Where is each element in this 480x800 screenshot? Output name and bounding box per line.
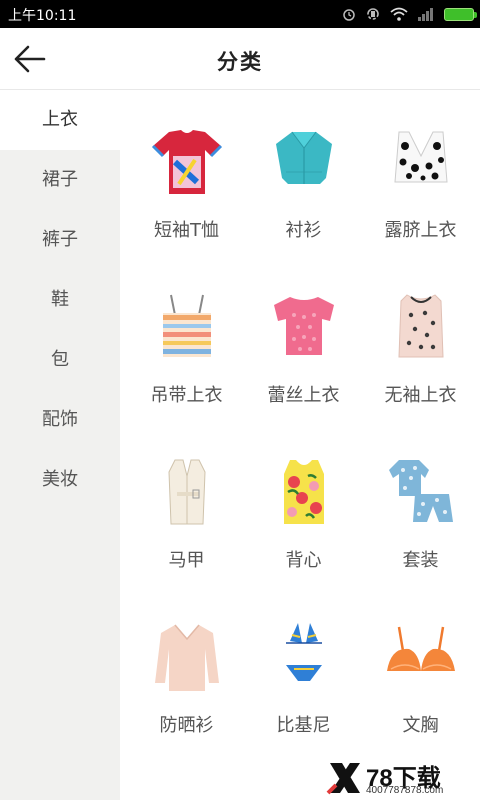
- grid-item-label: 背心: [285, 550, 322, 571]
- battery-icon: [444, 7, 477, 21]
- grid-item[interactable]: 露脐上衣: [362, 112, 479, 277]
- grid-item[interactable]: 比基尼: [245, 607, 362, 772]
- camisole-icon: [162, 294, 211, 357]
- grid-item-label: 套装: [402, 550, 439, 571]
- status-bar: 上午10:11: [0, 0, 480, 28]
- x-logo-icon: [326, 763, 360, 795]
- wifi-icon: [390, 7, 408, 21]
- grid-item[interactable]: 背心: [245, 442, 362, 607]
- tank-top-icon: [283, 460, 324, 524]
- grid-item-label: 衬衫: [285, 220, 322, 241]
- grid-item-label: 文胸: [402, 715, 439, 736]
- grid-item-label: 蕾丝上衣: [267, 385, 340, 406]
- grid-item-label: 露脐上衣: [384, 220, 457, 241]
- sun-protection-shirt-icon: [154, 624, 219, 691]
- grid-item[interactable]: 无袖上衣: [362, 277, 479, 442]
- status-icons: [342, 5, 477, 23]
- sidebar-item-makeup[interactable]: 美妆: [0, 450, 120, 510]
- grid-item-label: 比基尼: [276, 715, 331, 736]
- status-time: 上午10:11: [8, 8, 77, 24]
- grid-item[interactable]: 吊带上衣: [128, 277, 245, 442]
- category-sidebar: 上衣 裙子 裤子 鞋 包 配饰 美妆: [0, 90, 120, 800]
- sidebar-item-bags[interactable]: 包: [0, 330, 120, 390]
- grid-item[interactable]: 马甲: [128, 442, 245, 607]
- suit-set-icon: [388, 460, 453, 522]
- sleeveless-top-icon: [397, 294, 444, 358]
- vest-icon: [167, 459, 206, 525]
- grid-item[interactable]: 套装: [362, 442, 479, 607]
- short-sleeve-tshirt-icon: [151, 130, 222, 194]
- shirt-icon: [275, 131, 332, 184]
- grid-item[interactable]: 短袖T恤: [128, 112, 245, 277]
- page-title: 分类: [217, 50, 263, 74]
- grid-item[interactable]: 防晒衫: [128, 607, 245, 772]
- grid-item-label: 马甲: [168, 550, 205, 571]
- grid-item[interactable]: 衬衫: [245, 112, 362, 277]
- bra-icon: [386, 626, 455, 671]
- watermark-url: 4007787878.com: [366, 785, 444, 796]
- lace-top-icon: [273, 297, 334, 355]
- sidebar-item-pants[interactable]: 裤子: [0, 210, 120, 270]
- sidebar-item-shoes[interactable]: 鞋: [0, 270, 120, 330]
- alarm-icon: [343, 9, 355, 21]
- sidebar-item-skirts[interactable]: 裙子: [0, 150, 120, 210]
- bikini-icon: [285, 623, 322, 681]
- grid-item[interactable]: 蕾丝上衣: [245, 277, 362, 442]
- watermark: 78下载 4007787878.com: [326, 758, 476, 798]
- signal-icon: [418, 8, 433, 21]
- grid-item-label: 防晒衫: [159, 715, 214, 736]
- crop-top-icon: [393, 131, 448, 183]
- subcategory-grid: 短袖T恤 衬衫 露脐上衣 吊带上衣 蕾丝上衣 无袖上衣 马甲 背心 套装 防晒衫…: [128, 112, 478, 772]
- app-header: 分类: [0, 28, 480, 90]
- rotate-icon: [367, 8, 379, 20]
- sidebar-item-tops[interactable]: 上衣: [0, 90, 120, 150]
- grid-item-label: 短袖T恤: [154, 220, 219, 241]
- grid-item[interactable]: 文胸: [362, 607, 479, 772]
- grid-item-label: 吊带上衣: [150, 385, 223, 406]
- sidebar-item-accessories[interactable]: 配饰: [0, 390, 120, 450]
- grid-item-label: 无袖上衣: [384, 385, 457, 406]
